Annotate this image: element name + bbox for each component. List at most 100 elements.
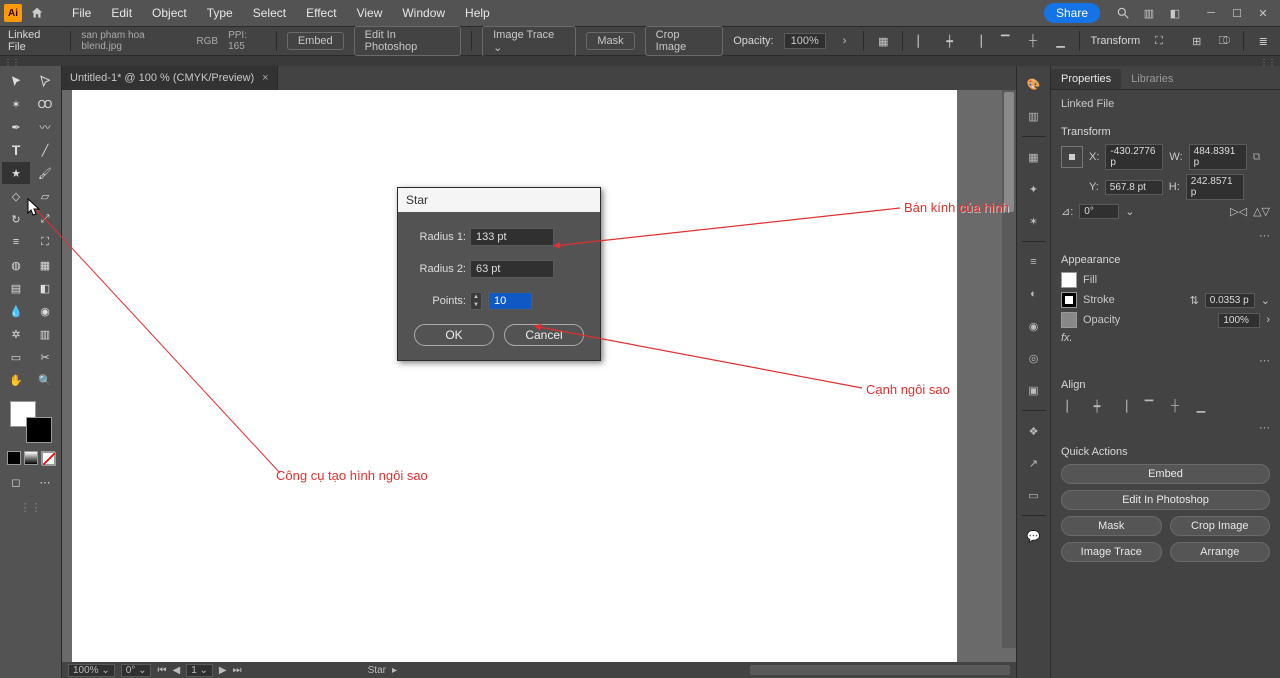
snap-point-icon[interactable]: ⎄ (1216, 32, 1234, 50)
horizontal-scrollbar[interactable] (750, 665, 1010, 675)
image-trace-button[interactable]: Image Trace ⌄ (482, 26, 576, 57)
symbols-panel-icon[interactable]: ✶ (1022, 209, 1046, 233)
color-guide-icon[interactable]: ▥ (1022, 104, 1046, 128)
align-vcenter-icon[interactable]: ┼ (1024, 32, 1042, 50)
symbol-sprayer-tool[interactable]: ✲ (2, 323, 30, 345)
angle-input[interactable]: 0° (1079, 204, 1119, 219)
gradient-panel-icon[interactable]: ◐ (1022, 282, 1046, 306)
artboard-prev-first-icon[interactable]: ⏮ (157, 665, 166, 676)
appearance-panel-icon[interactable]: ◎ (1022, 346, 1046, 370)
reference-point[interactable] (1061, 146, 1083, 168)
stroke-swatch[interactable] (1061, 292, 1077, 308)
menu-view[interactable]: View (347, 6, 393, 20)
selection-tool[interactable] (2, 70, 30, 92)
asset-export-icon[interactable]: ↗ (1022, 451, 1046, 475)
window-minimize-icon[interactable]: ─ (1198, 2, 1224, 24)
chevron-right-icon[interactable]: › (836, 32, 854, 50)
color-mode-color[interactable] (7, 451, 21, 465)
align-hcenter-icon[interactable]: ┿ (1087, 397, 1107, 415)
edit-in-photoshop-button[interactable]: Edit In Photoshop (354, 26, 461, 56)
align-right-icon[interactable]: ▕ (969, 32, 987, 50)
eyedropper-tool[interactable]: 💧 (2, 300, 30, 322)
ok-button[interactable]: OK (414, 324, 494, 346)
share-button[interactable]: Share (1044, 3, 1100, 23)
home-icon[interactable] (26, 2, 48, 24)
close-icon[interactable]: × (262, 72, 268, 84)
fill-swatch[interactable] (1061, 272, 1077, 288)
transform-icon[interactable]: ⛶ (1150, 32, 1168, 50)
radius1-input[interactable] (470, 228, 554, 246)
toolbox-collapse-dots[interactable]: ⋮⋮ (20, 501, 42, 514)
window-maximize-icon[interactable]: ☐ (1224, 2, 1250, 24)
qa-edit-photoshop-button[interactable]: Edit In Photoshop (1061, 490, 1270, 510)
opacity-input[interactable]: 100% (784, 33, 826, 49)
stroke-weight-input[interactable]: 0.0353 p (1205, 293, 1255, 308)
flip-v-icon[interactable]: △▽ (1253, 205, 1270, 218)
status-chevron-icon[interactable]: ▸ (392, 665, 397, 676)
shape-builder-tool[interactable]: ◍ (2, 254, 30, 276)
type-tool[interactable]: T (2, 139, 30, 161)
document-tab[interactable]: Untitled-1* @ 100 % (CMYK/Preview) × (62, 66, 278, 90)
stroke-stepper-icon[interactable]: ⇅ (1190, 294, 1199, 307)
qa-arrange-button[interactable]: Arrange (1170, 542, 1271, 562)
star-tool[interactable]: ★ (2, 162, 30, 184)
cancel-button[interactable]: Cancel (504, 324, 584, 346)
qa-mask-button[interactable]: Mask (1061, 516, 1162, 536)
points-stepper[interactable]: ▲▼ (470, 292, 482, 310)
align-left-icon[interactable]: ▏ (913, 32, 931, 50)
color-swatches[interactable] (10, 401, 52, 443)
align-vcenter-icon[interactable]: ┼ (1165, 397, 1185, 415)
menu-effect[interactable]: Effect (296, 6, 346, 20)
x-input[interactable]: -430.2776 p (1105, 144, 1163, 170)
mesh-tool[interactable]: ▤ (2, 277, 30, 299)
zoom-dropdown[interactable]: 100% ⌄ (68, 664, 115, 677)
align-top-icon[interactable]: ▔ (1139, 397, 1159, 415)
zoom-tool[interactable]: 🔍 (31, 369, 59, 391)
align-hcenter-icon[interactable]: ┿ (941, 32, 959, 50)
rotate-dropdown[interactable]: 0° ⌄ (121, 664, 152, 677)
chevron-down-icon[interactable]: ⌄ (1125, 205, 1134, 218)
color-mode-gradient[interactable] (24, 451, 38, 465)
transform-label[interactable]: Transform (1090, 35, 1140, 47)
transform-more-icon[interactable]: ⋯ (1051, 229, 1280, 242)
snap-grid-icon[interactable]: ⊞ (1188, 32, 1206, 50)
workspace-switcher-icon[interactable]: ◧ (1162, 2, 1188, 24)
align-left-icon[interactable]: ▏ (1061, 397, 1081, 415)
menu-type[interactable]: Type (197, 6, 243, 20)
comments-panel-icon[interactable]: 💬 (1022, 524, 1046, 548)
free-transform-tool[interactable]: ⛶ (31, 231, 59, 253)
y-input[interactable]: 567.8 pt (1105, 180, 1163, 195)
link-wh-icon[interactable]: ⧉ (1253, 151, 1261, 164)
window-close-icon[interactable]: ✕ (1250, 2, 1276, 24)
align-top-icon[interactable]: ▔ (996, 32, 1014, 50)
column-graph-tool[interactable]: ▥ (31, 323, 59, 345)
qa-embed-button[interactable]: Embed (1061, 464, 1270, 484)
stroke-swatch[interactable] (26, 417, 52, 443)
lasso-tool[interactable]: Ꝏ (31, 93, 59, 115)
flip-h-icon[interactable]: ▷◁ (1230, 205, 1247, 218)
pen-tool[interactable]: ✒ (2, 116, 30, 138)
w-input[interactable]: 484.8391 p (1189, 144, 1247, 170)
artboard[interactable] (72, 90, 957, 662)
h-input[interactable]: 242.8571 p (1186, 174, 1244, 200)
tab-libraries[interactable]: Libraries (1121, 69, 1183, 89)
menu-edit[interactable]: Edit (101, 6, 142, 20)
width-tool[interactable]: ≡ (2, 231, 30, 253)
vertical-scrollbar[interactable] (1002, 90, 1016, 648)
artboard-next-last-icon[interactable]: ⏭ (233, 665, 242, 676)
swatches-panel-icon[interactable]: ▦ (1022, 145, 1046, 169)
search-icon[interactable] (1110, 2, 1136, 24)
menu-file[interactable]: File (62, 6, 101, 20)
opacity-swatch[interactable] (1061, 312, 1077, 328)
color-mode-none[interactable] (41, 451, 55, 465)
align-bottom-icon[interactable]: ▁ (1191, 397, 1211, 415)
embed-button[interactable]: Embed (287, 32, 344, 50)
dialog-titlebar[interactable]: Star (398, 188, 600, 212)
artboard-tool[interactable]: ▭ (2, 346, 30, 368)
screen-mode[interactable]: ◻ (2, 471, 30, 493)
artboard-nav[interactable]: 1 ⌄ (186, 664, 213, 677)
layers-panel-icon[interactable]: ❖ (1022, 419, 1046, 443)
radius2-input[interactable] (470, 260, 554, 278)
chevron-right-icon[interactable]: › (1266, 314, 1270, 326)
canvas-area[interactable] (62, 90, 1016, 662)
